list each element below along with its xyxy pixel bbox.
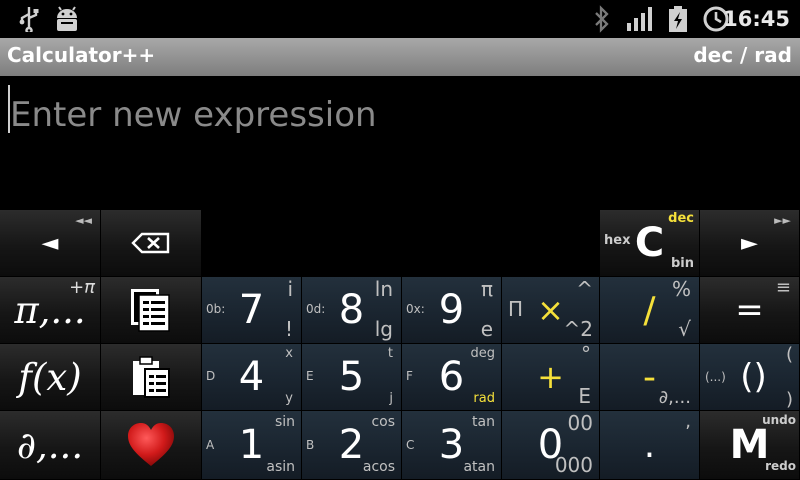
seven-button[interactable]: 7 0b: i !	[202, 277, 302, 344]
paste-button[interactable]	[101, 344, 202, 411]
app-title: Calculator++	[7, 43, 156, 67]
status-bar: 16:45	[0, 0, 800, 38]
clock-time: 16:45	[723, 7, 790, 31]
memory-button[interactable]: M undo redo	[700, 411, 800, 480]
cursor-left-button[interactable]: ◄ ◄◄	[0, 210, 101, 277]
five-button[interactable]: 5 E t j	[302, 344, 402, 411]
bluetooth-icon	[588, 0, 616, 38]
plus-button[interactable]: + ° E	[502, 344, 600, 411]
paste-icon	[101, 344, 201, 410]
signal-icon	[624, 0, 656, 38]
three-button[interactable]: 3 C tan atan	[402, 411, 502, 480]
four-button[interactable]: 4 D x y	[202, 344, 302, 411]
multiply-button[interactable]: × Π ^ ^2	[502, 277, 600, 344]
functions-button[interactable]: f(x)	[0, 344, 101, 411]
pi-button[interactable]: π,... +π	[0, 277, 101, 344]
backspace-icon	[101, 210, 201, 276]
expression-input[interactable]	[10, 90, 790, 140]
six-button[interactable]: 6 F deg rad	[402, 344, 502, 411]
eight-button[interactable]: 8 0d: ln lg	[302, 277, 402, 344]
nine-button[interactable]: 9 0x: π e	[402, 277, 502, 344]
title-bar: Calculator++ dec / rad	[0, 38, 800, 76]
android-debug-icon	[50, 0, 84, 38]
mode-indicator[interactable]: dec / rad	[693, 38, 792, 72]
zero-button[interactable]: 0 00 000	[502, 411, 600, 480]
usb-icon	[14, 0, 44, 38]
equals-button[interactable]: = ≡	[700, 277, 800, 344]
minus-button[interactable]: - ∂,...	[600, 344, 700, 411]
backspace-button[interactable]	[101, 210, 202, 277]
one-button[interactable]: 1 A sin asin	[202, 411, 302, 480]
history-button[interactable]	[101, 277, 202, 344]
brackets-button[interactable]: () (...) ( )	[700, 344, 800, 411]
battery-charging-icon	[664, 0, 692, 38]
text-cursor	[8, 85, 10, 133]
two-button[interactable]: 2 B cos acos	[302, 411, 402, 480]
favourites-button[interactable]	[101, 411, 202, 480]
operators-button[interactable]: ∂,...	[0, 411, 101, 480]
clear-button[interactable]: C hex dec bin	[600, 210, 700, 277]
expression-area[interactable]	[0, 76, 800, 210]
divide-button[interactable]: / % √	[600, 277, 700, 344]
heart-icon	[101, 411, 201, 479]
decimal-point-button[interactable]: . ,	[600, 411, 700, 480]
history-icon	[101, 277, 201, 343]
cursor-right-button[interactable]: ► ►►	[700, 210, 800, 277]
